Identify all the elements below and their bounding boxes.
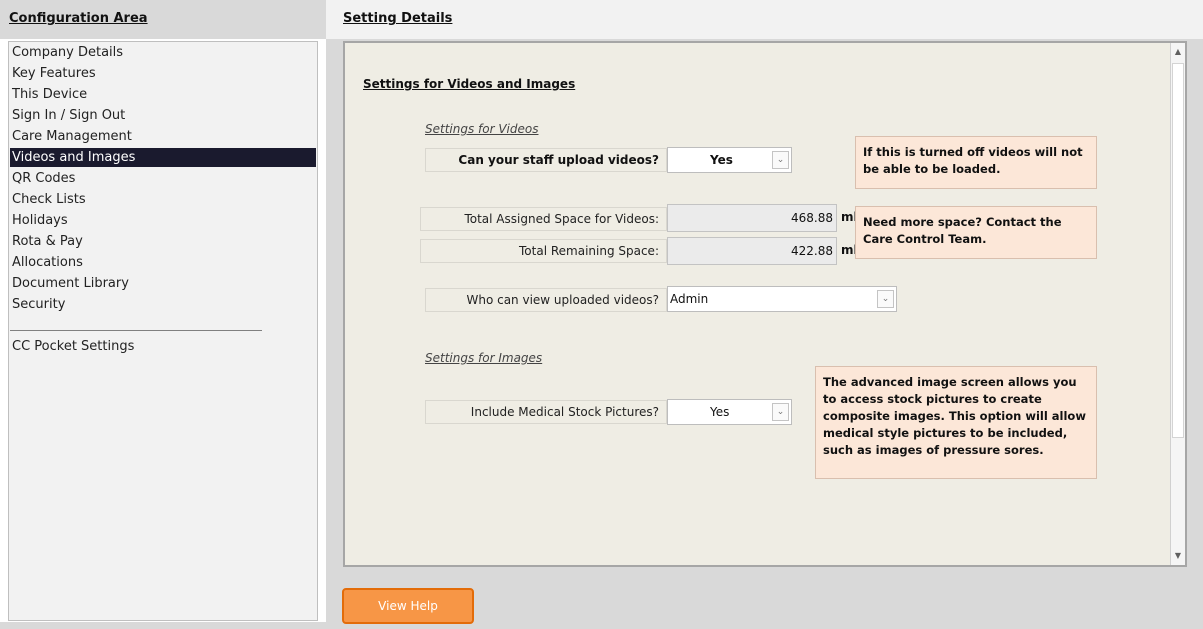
nav-divider <box>10 330 262 331</box>
settings-detail-panel: Settings for Videos and Images Settings … <box>343 41 1187 567</box>
view-help-button[interactable]: View Help <box>342 588 474 624</box>
nav-item-rota-pay[interactable]: Rota & Pay <box>10 232 316 251</box>
chevron-down-icon[interactable]: ⌄ <box>877 290 894 308</box>
chevron-down-icon[interactable]: ⌄ <box>772 403 789 421</box>
triangle-down-icon[interactable]: ▼ <box>1171 549 1185 563</box>
nav-item-this-device[interactable]: This Device <box>10 85 316 104</box>
upload-videos-value: Yes <box>710 153 733 167</box>
nav-item-care-management[interactable]: Care Management <box>10 127 316 146</box>
remaining-space-label: Total Remaining Space: <box>420 239 667 263</box>
view-videos-value: Admin <box>670 292 709 306</box>
config-area-header: Configuration Area <box>0 0 326 39</box>
nav-item-sign-in-out[interactable]: Sign In / Sign Out <box>10 106 316 125</box>
section-heading: Settings for Videos and Images <box>363 77 576 91</box>
triangle-up-icon[interactable]: ▲ <box>1171 45 1185 59</box>
nav-item-company-details[interactable]: Company Details <box>10 43 316 62</box>
detail-scrollbar[interactable]: ▲ ▼ <box>1170 43 1185 565</box>
config-nav-list: Company Details Key Features This Device… <box>8 41 318 621</box>
upload-videos-label: Can your staff upload videos? <box>425 148 667 172</box>
scroll-thumb[interactable] <box>1172 63 1184 438</box>
nav-item-check-lists[interactable]: Check Lists <box>10 190 316 209</box>
stock-pictures-label: Include Medical Stock Pictures? <box>425 400 667 424</box>
config-area-title: Configuration Area <box>9 11 148 26</box>
assigned-space-label: Total Assigned Space for Videos: <box>420 207 667 231</box>
upload-videos-select[interactable]: Yes ⌄ <box>667 147 792 173</box>
nav-item-allocations[interactable]: Allocations <box>10 253 316 272</box>
upload-videos-note: If this is turned off videos will not be… <box>855 136 1097 189</box>
stock-pictures-note: The advanced image screen allows you to … <box>815 366 1097 479</box>
nav-item-key-features[interactable]: Key Features <box>10 64 316 83</box>
view-videos-select[interactable]: Admin ⌄ <box>667 286 897 312</box>
images-subheading: Settings for Images <box>425 351 543 365</box>
nav-item-holidays[interactable]: Holidays <box>10 211 316 230</box>
setting-details-header: Setting Details <box>326 0 1203 39</box>
stock-pictures-select[interactable]: Yes ⌄ <box>667 399 792 425</box>
assigned-space-value: 468.88 <box>667 204 837 232</box>
chevron-down-icon[interactable]: ⌄ <box>772 151 789 169</box>
nav-item-cc-pocket-settings[interactable]: CC Pocket Settings <box>10 337 316 356</box>
remaining-space-value: 422.88 <box>667 237 837 265</box>
nav-item-videos-images[interactable]: Videos and Images <box>10 148 316 167</box>
nav-item-document-library[interactable]: Document Library <box>10 274 316 293</box>
space-note: Need more space? Contact the Care Contro… <box>855 206 1097 259</box>
stock-pictures-value: Yes <box>710 405 730 419</box>
setting-details-title: Setting Details <box>343 11 453 26</box>
videos-subheading: Settings for Videos <box>425 122 539 136</box>
nav-item-qr-codes[interactable]: QR Codes <box>10 169 316 188</box>
view-videos-label: Who can view uploaded videos? <box>425 288 667 312</box>
left-bottom-strip <box>0 622 326 629</box>
nav-item-security[interactable]: Security <box>10 295 316 314</box>
